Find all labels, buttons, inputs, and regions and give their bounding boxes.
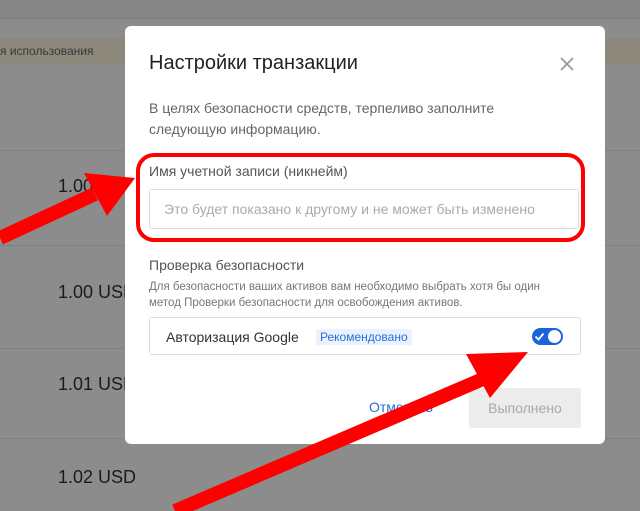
google-auth-method[interactable]: Авторизация Google Рекомендовано [149,317,581,355]
security-check-description: Для безопасности ваших активов вам необх… [149,281,541,309]
close-icon [560,57,574,71]
security-check-title: Проверка безопасности [149,257,305,273]
cancel-button[interactable]: Отменить [369,399,433,415]
google-auth-toggle[interactable] [532,328,563,345]
submit-button[interactable]: Выполнено [469,388,581,428]
close-button[interactable] [557,54,577,74]
recommended-badge: Рекомендовано [316,329,412,345]
transaction-settings-dialog: Настройки транзакции В целях безопасност… [125,26,605,444]
check-icon [534,332,545,341]
dialog-title: Настройки транзакции [149,52,358,74]
dialog-description: В целях безопасности средств, терпеливо … [149,100,495,137]
account-name-label: Имя учетной записи (никнейм) [149,163,348,179]
account-name-input[interactable] [149,189,579,229]
google-auth-label: Авторизация Google [166,329,299,345]
toggle-knob [548,330,561,343]
